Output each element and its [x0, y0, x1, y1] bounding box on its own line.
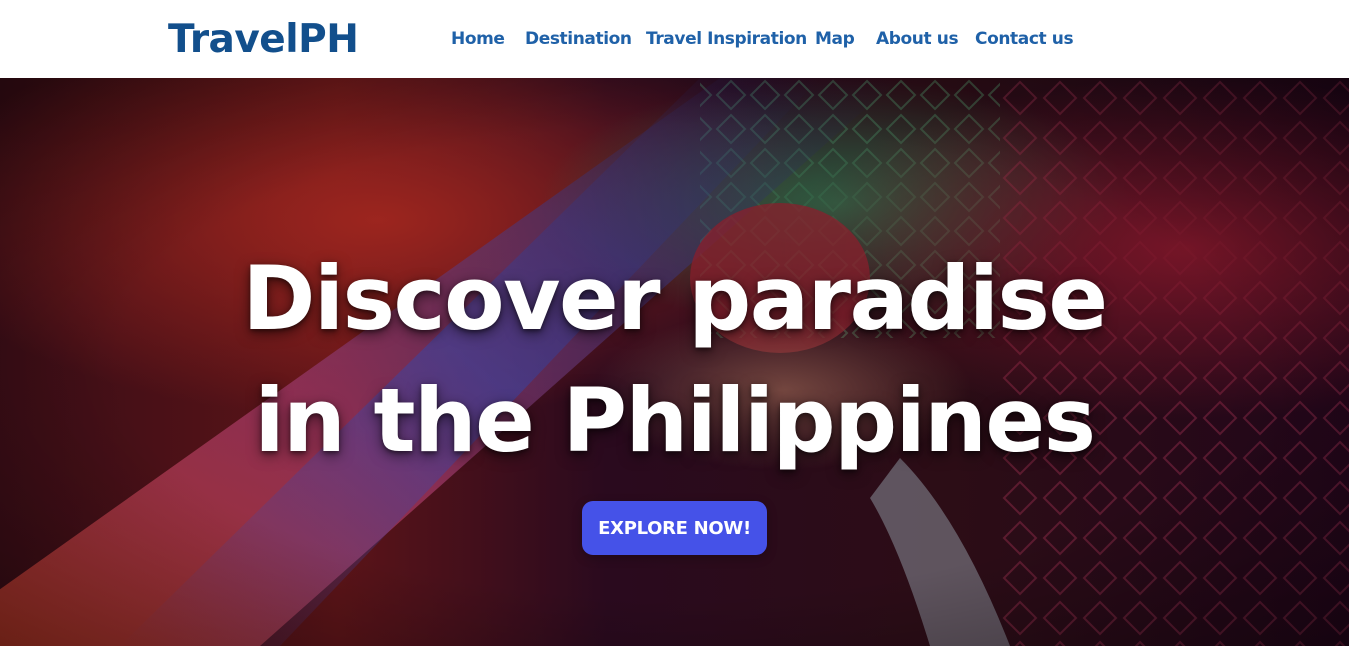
- nav-link-destination[interactable]: Destination: [525, 27, 632, 51]
- nav-link-map[interactable]: Map: [815, 27, 855, 51]
- nav-link-about-us[interactable]: About us: [876, 27, 959, 51]
- nav-link-travel-inspiration[interactable]: Travel Inspiration: [646, 27, 807, 51]
- hero-title-line-1: Discover paradise: [242, 247, 1108, 350]
- brand-logo[interactable]: TravelPH: [168, 20, 359, 59]
- hero-section: Discover paradise in the Philippines EXP…: [0, 78, 1349, 646]
- hero-title: Discover paradise in the Philippines: [0, 238, 1349, 482]
- top-navbar: TravelPH Home Destination Travel Inspira…: [0, 0, 1349, 78]
- hero-title-line-2: in the Philippines: [254, 369, 1096, 472]
- explore-now-button[interactable]: EXPLORE NOW!: [582, 501, 767, 555]
- nav-link-home[interactable]: Home: [451, 27, 505, 51]
- nav-link-contact-us[interactable]: Contact us: [975, 27, 1074, 51]
